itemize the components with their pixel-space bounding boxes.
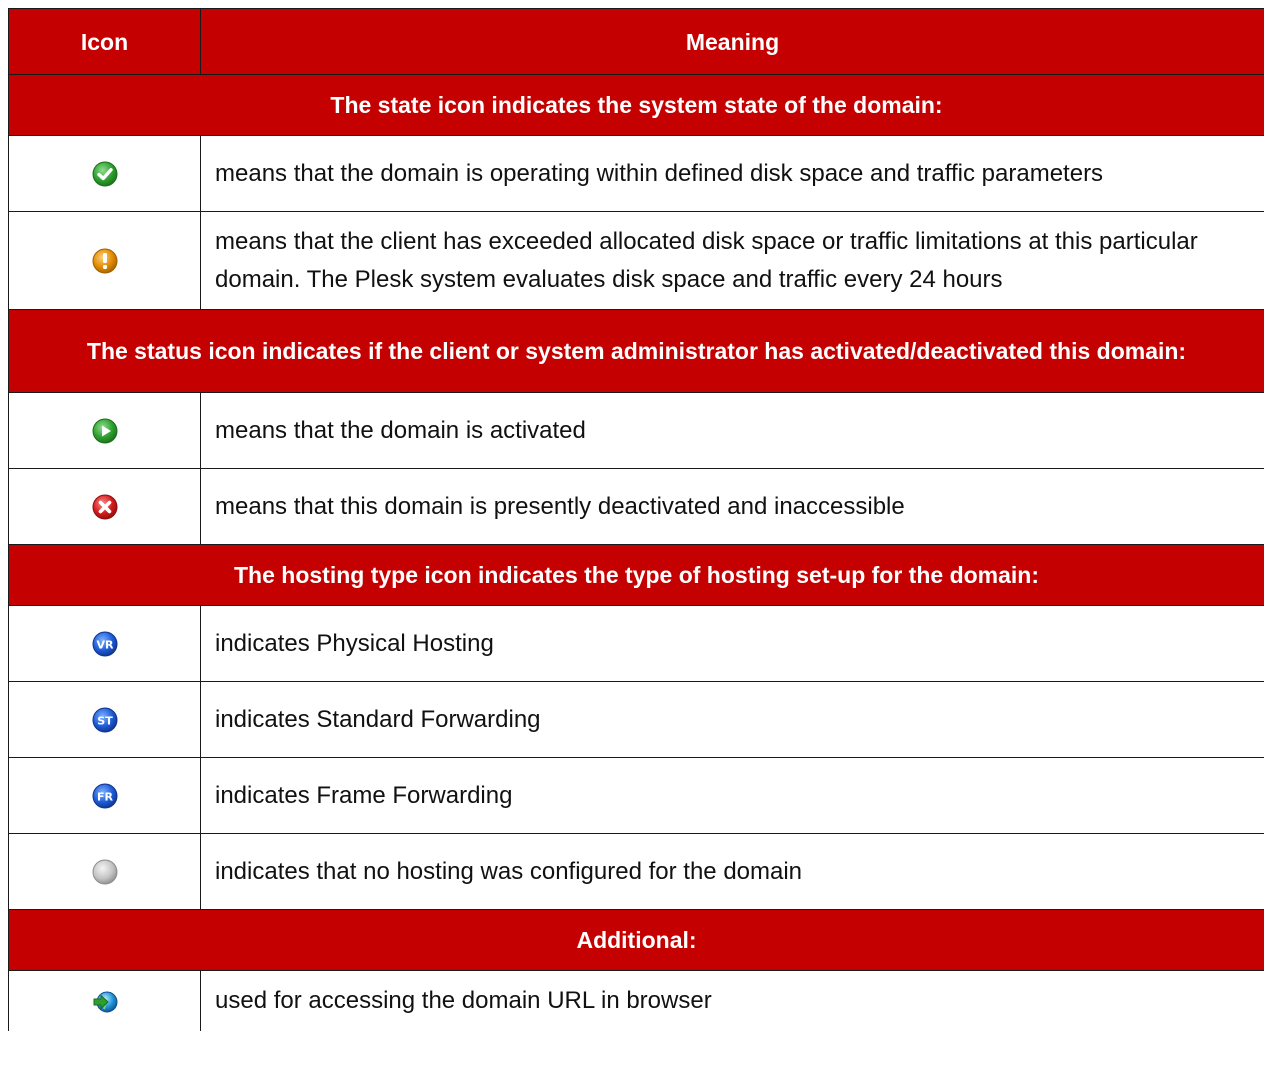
table-row: indicates that no hosting was configured… — [8, 833, 1264, 910]
section-header-state: The state icon indicates the system stat… — [8, 74, 1264, 136]
table-row: means that this domain is presently deac… — [8, 468, 1264, 545]
section-title: The status icon indicates if the client … — [8, 309, 1264, 393]
table-row: means that the client has exceeded alloc… — [8, 211, 1264, 310]
meaning-text: means that the domain is activated — [200, 392, 1264, 469]
meaning-text: means that this domain is presently deac… — [200, 468, 1264, 545]
blue-vr-icon: VR — [92, 631, 118, 657]
section-title: Additional: — [8, 909, 1264, 971]
meaning-text: indicates that no hosting was configured… — [200, 833, 1264, 910]
table-row: means that the domain is operating withi… — [8, 135, 1264, 212]
table-row: means that the domain is activated — [8, 392, 1264, 469]
table-row: FR indicates Frame Forwarding — [8, 757, 1264, 834]
section-header-status: The status icon indicates if the client … — [8, 309, 1264, 393]
orange-exclamation-icon — [92, 248, 118, 274]
blue-st-icon: ST — [92, 707, 118, 733]
vr-icon-text: VR — [96, 639, 114, 652]
table-row: VR indicates Physical Hosting — [8, 605, 1264, 682]
icon-legend-table: Icon Meaning The state icon indicates th… — [8, 8, 1264, 1031]
fr-icon-text: FR — [97, 791, 114, 804]
icon-column-header: Icon — [8, 8, 201, 75]
section-header-additional: Additional: — [8, 909, 1264, 971]
table-row: ST indicates Standard Forwarding — [8, 681, 1264, 758]
blue-fr-icon: FR — [92, 783, 118, 809]
meaning-column-header: Meaning — [200, 8, 1264, 75]
meaning-text: indicates Standard Forwarding — [200, 681, 1264, 758]
section-title: The hosting type icon indicates the type… — [8, 544, 1264, 606]
meaning-text: means that the domain is operating withi… — [200, 135, 1264, 212]
table-header-row: Icon Meaning — [8, 8, 1264, 75]
section-header-hosting-type: The hosting type icon indicates the type… — [8, 544, 1264, 606]
red-x-icon — [92, 494, 118, 520]
meaning-text: indicates Frame Forwarding — [200, 757, 1264, 834]
meaning-text: indicates Physical Hosting — [200, 605, 1264, 682]
green-checkmark-icon — [92, 161, 118, 187]
meaning-text: used for accessing the domain URL in bro… — [200, 970, 1264, 1031]
meaning-text: means that the client has exceeded alloc… — [200, 211, 1264, 310]
green-arrow-globe-icon — [92, 989, 118, 1015]
green-play-icon — [92, 418, 118, 444]
section-title: The state icon indicates the system stat… — [8, 74, 1264, 136]
table-row: used for accessing the domain URL in bro… — [8, 970, 1264, 1031]
st-icon-text: ST — [97, 715, 113, 728]
gray-circle-icon — [92, 859, 118, 885]
